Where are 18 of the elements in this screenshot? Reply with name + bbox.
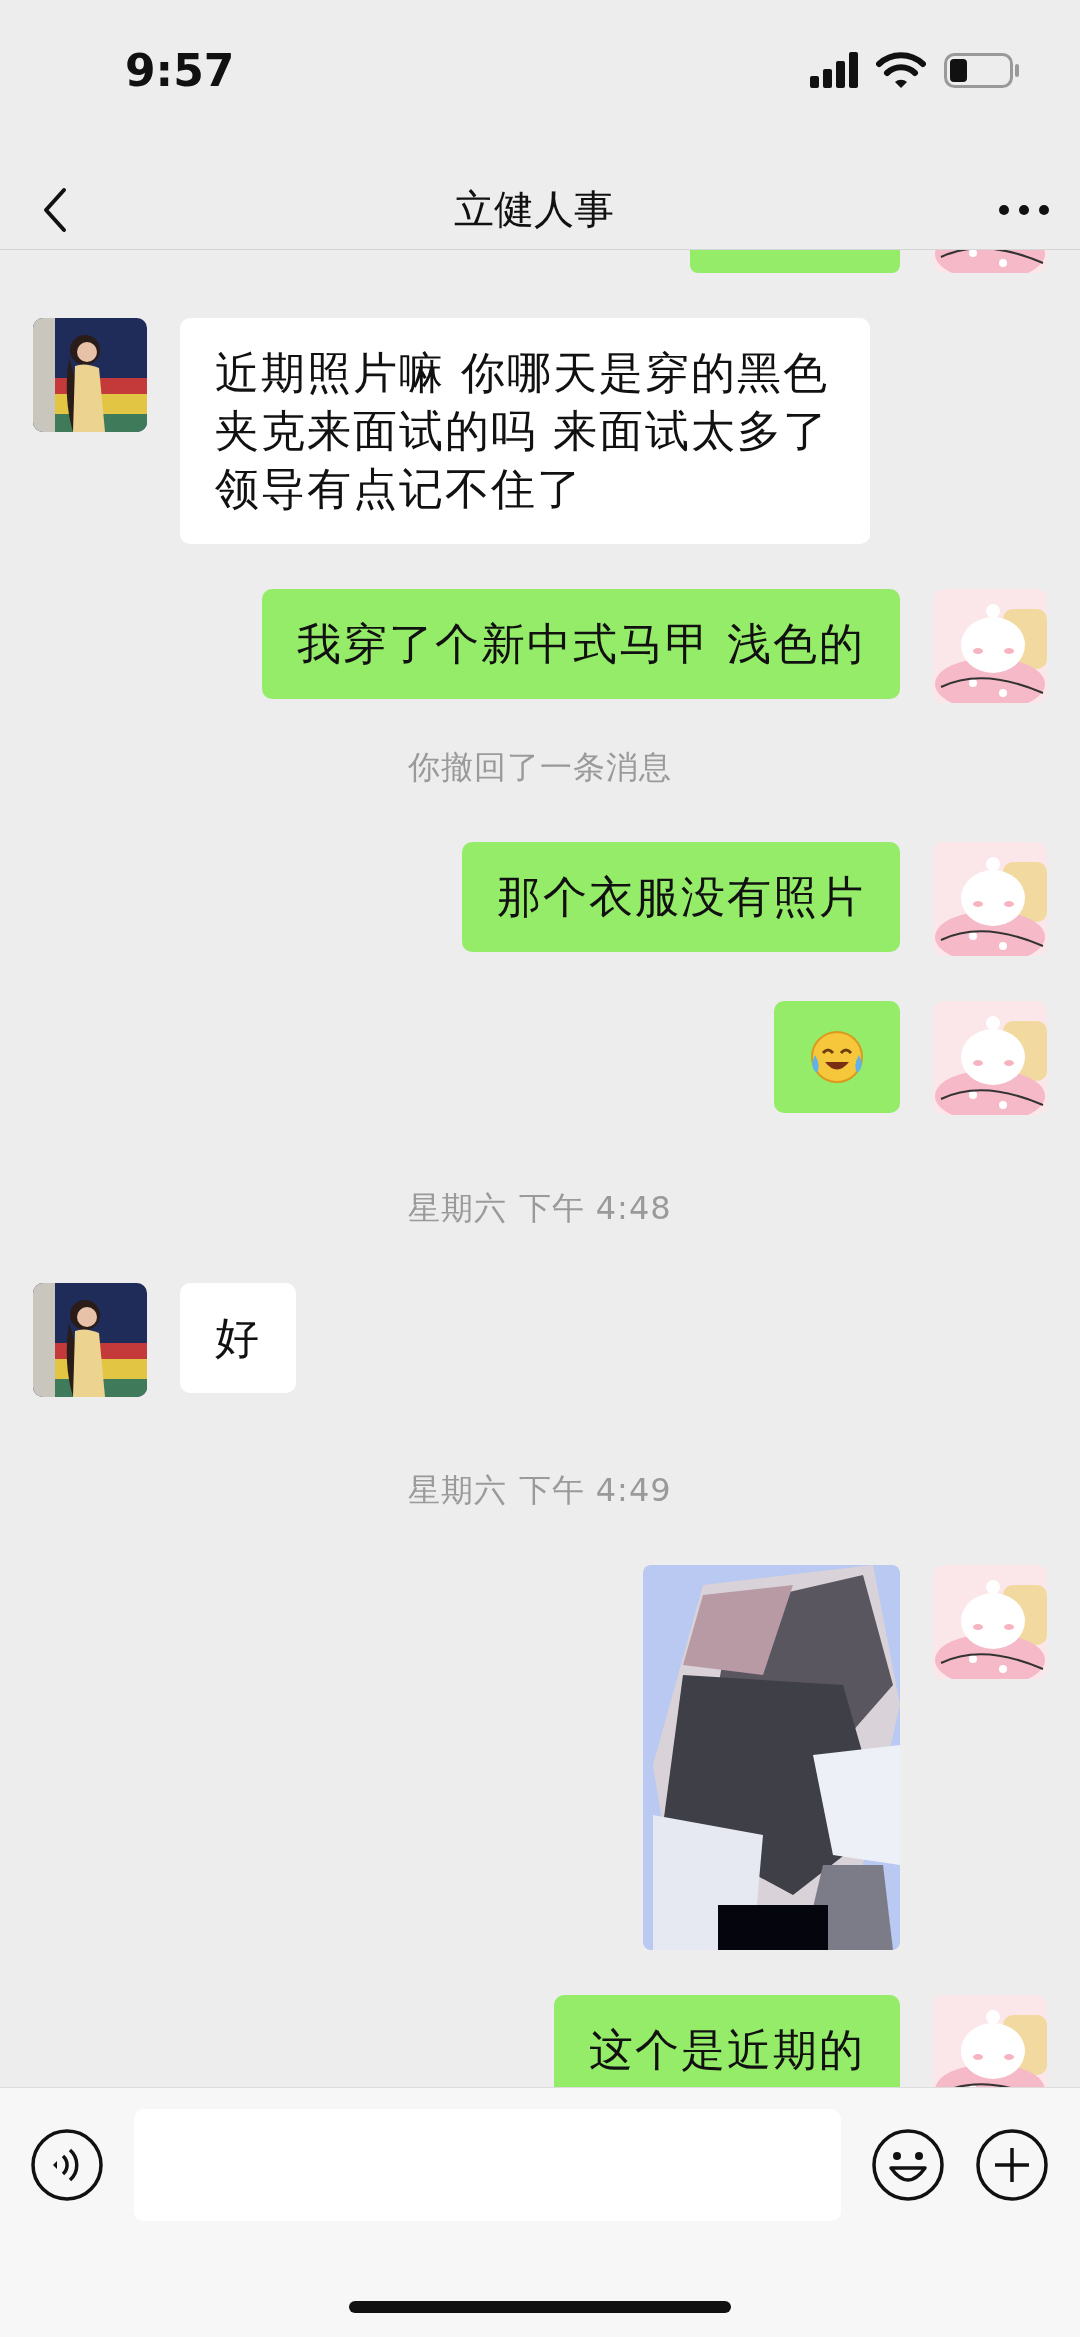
status-time: 9:57: [125, 44, 235, 96]
message-bubble: 我穿了个新中式马甲 浅色的: [262, 589, 900, 699]
timestamp: 星期六 下午 4:49: [408, 1470, 672, 1511]
smiley-icon[interactable]: [871, 2128, 945, 2202]
laughing-tears-face-icon: [809, 1029, 865, 1085]
message-bubble: 那个衣服没有照片: [462, 842, 900, 952]
signal-icon: [810, 52, 858, 88]
more-icon[interactable]: [998, 203, 1050, 216]
battery-icon: [944, 52, 1020, 88]
plus-icon[interactable]: [975, 2128, 1049, 2202]
recall-notice: 你撤回了一条消息: [408, 747, 672, 788]
wifi-icon: [876, 52, 926, 88]
timestamp: 星期六 下午 4:48: [408, 1188, 672, 1229]
voice-icon[interactable]: [30, 2128, 104, 2202]
message-bubble: 好: [180, 1283, 296, 1393]
message-bubble: 近期照片嘛 你哪天是穿的黑色夹克来面试的吗 来面试太多了领导有点记不住了: [180, 318, 870, 544]
message-bubble: 这个是近期的: [554, 1995, 900, 2087]
chat-title: 立健人事: [454, 185, 614, 234]
